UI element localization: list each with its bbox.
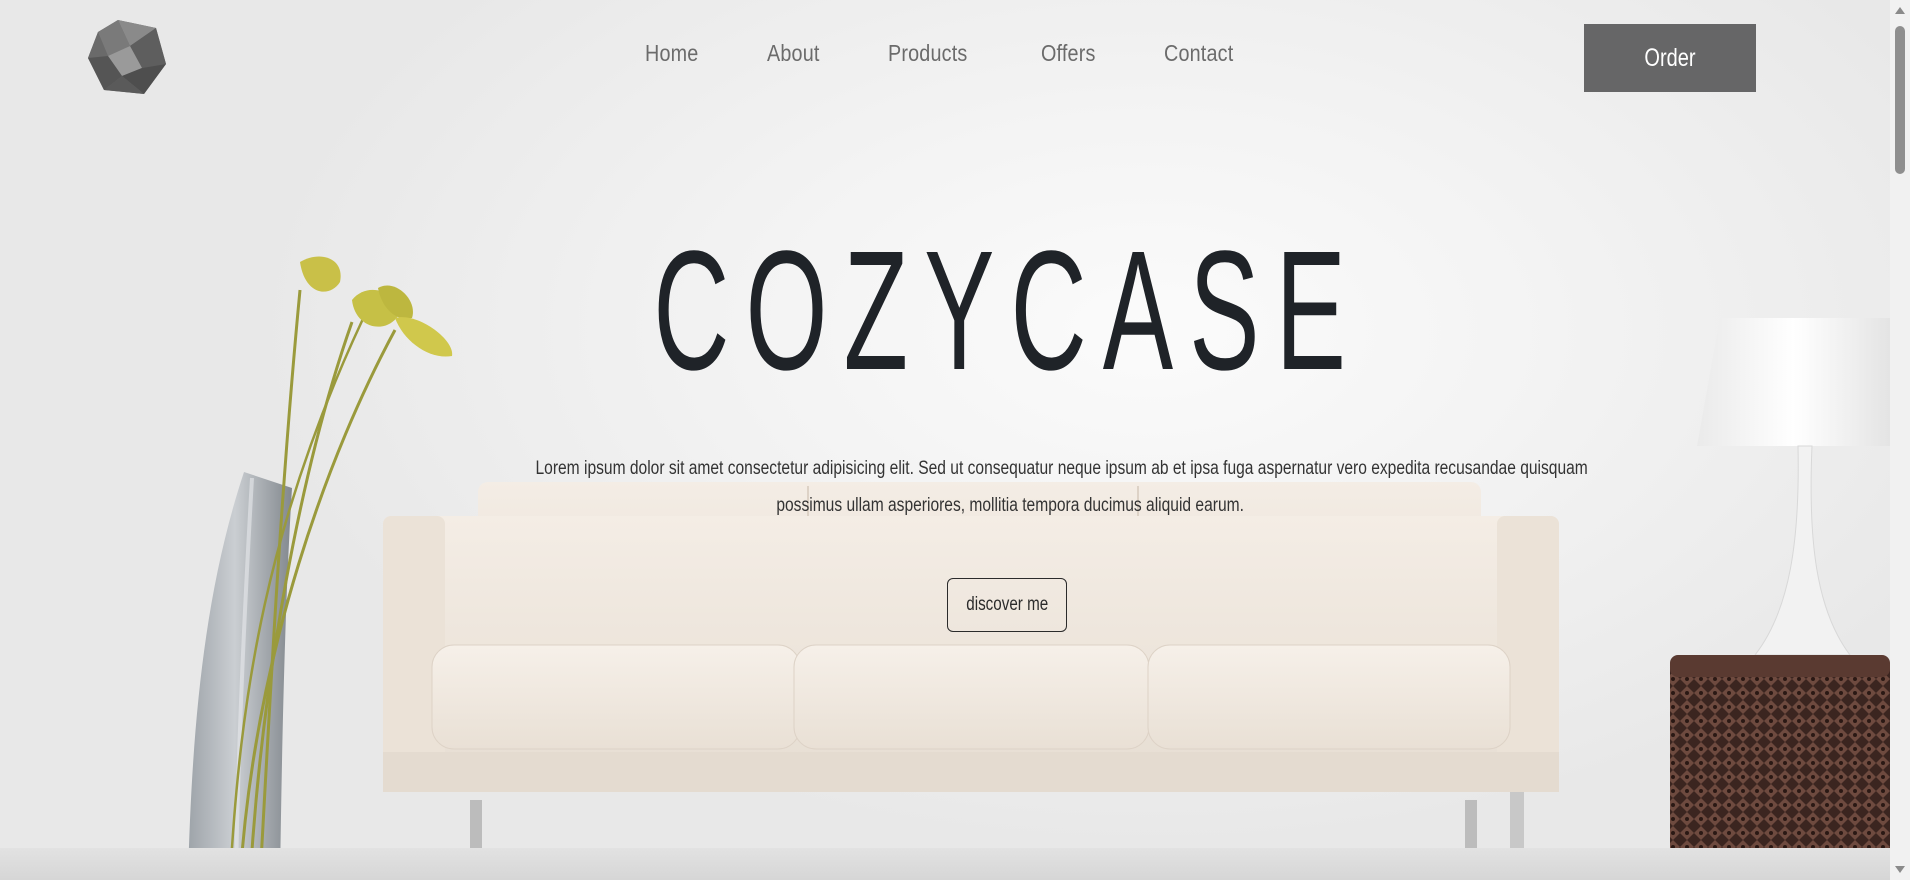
hero-description-line-1: Lorem ipsum dolor sit amet consectetur a… xyxy=(535,458,1588,479)
nav-contact[interactable]: Contact xyxy=(1164,40,1233,80)
lamp-side-table-image xyxy=(1670,318,1890,880)
hero-description-line-2: possimus ullam asperiores, mollitia temp… xyxy=(776,495,1244,516)
hero-title: COZYCASE xyxy=(653,216,1363,406)
main-nav: Home About Products Offers Contact xyxy=(645,40,1305,80)
discover-button[interactable]: discover me xyxy=(947,578,1067,632)
hero-description: Lorem ipsum dolor sit amet consectetur a… xyxy=(420,450,1600,524)
floor xyxy=(0,848,1890,880)
scrollbar-thumb[interactable] xyxy=(1895,26,1905,174)
icosahedron-logo-icon xyxy=(88,20,166,94)
page: Home About Products Offers Contact Order… xyxy=(0,0,1890,880)
nav-home[interactable]: Home xyxy=(645,40,698,80)
hero-background-scene xyxy=(188,256,1890,880)
vertical-scrollbar[interactable] xyxy=(1890,0,1910,880)
scroll-up-arrow-icon[interactable] xyxy=(1895,7,1905,14)
nav-products[interactable]: Products xyxy=(888,40,967,80)
order-button[interactable]: Order xyxy=(1584,24,1756,92)
discover-button-label: discover me xyxy=(966,594,1048,615)
nav-about[interactable]: About xyxy=(767,40,820,80)
order-button-label: Order xyxy=(1644,43,1696,72)
scroll-down-arrow-icon[interactable] xyxy=(1895,866,1905,873)
logo[interactable] xyxy=(86,18,168,98)
sofa-image xyxy=(383,482,1559,880)
nav-offers[interactable]: Offers xyxy=(1041,40,1096,80)
